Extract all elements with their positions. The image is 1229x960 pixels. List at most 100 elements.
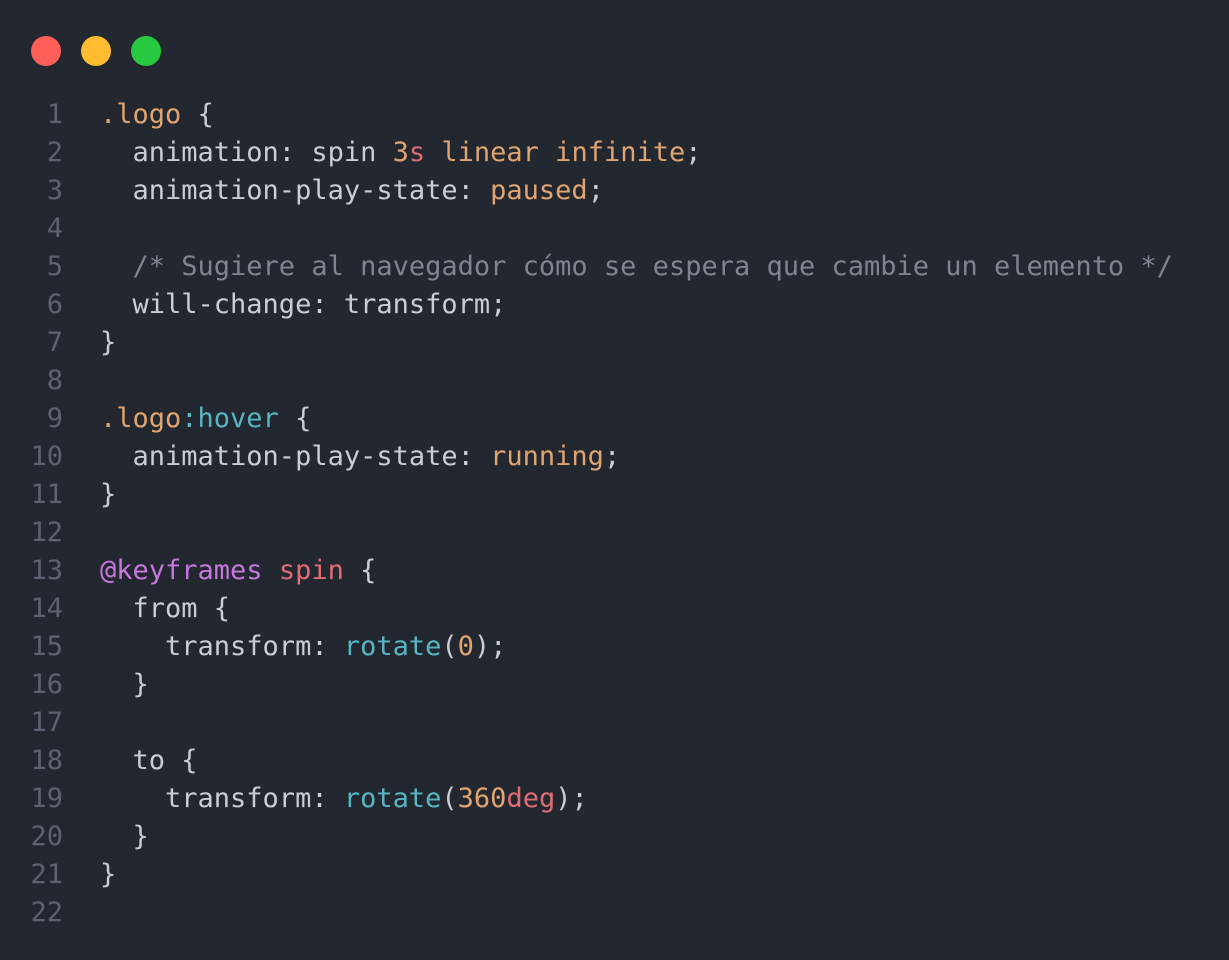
code-text: transform: rotate(360deg); bbox=[100, 780, 588, 818]
code-text: .logo { bbox=[100, 96, 214, 134]
code-token: } bbox=[100, 479, 117, 510]
code-token: 3 bbox=[392, 137, 409, 168]
line-number: 2 bbox=[46, 137, 63, 168]
code-token: ( bbox=[441, 631, 458, 662]
code-text: animation: spin 3s linear infinite; bbox=[100, 134, 702, 172]
code-text: @keyframes spin { bbox=[100, 552, 376, 590]
code-token: animation-play-state: bbox=[100, 441, 491, 472]
code-token: transform: bbox=[100, 631, 344, 662]
code-token: 360 bbox=[457, 783, 507, 814]
code-token: animation-play-state: bbox=[100, 175, 491, 206]
line-number: 9 bbox=[46, 403, 63, 434]
code-line: 13 @keyframes spin { bbox=[0, 552, 1229, 590]
code-token: { bbox=[181, 99, 214, 130]
code-line: 3 animation-play-state: paused; bbox=[0, 172, 1229, 210]
line-number: 18 bbox=[30, 745, 63, 776]
code-line: 1 .logo { bbox=[0, 96, 1229, 134]
code-line: 6 will-change: transform; bbox=[0, 286, 1229, 324]
code-token: @keyframes bbox=[100, 555, 263, 586]
code-text: } bbox=[100, 818, 149, 856]
line-number: 11 bbox=[30, 479, 63, 510]
code-line: 17 bbox=[0, 704, 1229, 742]
code-line: 22 bbox=[0, 894, 1229, 932]
code-text: animation-play-state: paused; bbox=[100, 172, 604, 210]
line-number: 13 bbox=[30, 555, 63, 586]
line-number: 20 bbox=[30, 821, 63, 852]
code-line: 10 animation-play-state: running; bbox=[0, 438, 1229, 476]
code-token: { bbox=[343, 555, 377, 586]
code-token: from { bbox=[100, 593, 231, 624]
code-text: transform: rotate(0); bbox=[100, 628, 506, 666]
code-token: transform: bbox=[100, 783, 344, 814]
code-text: to { bbox=[100, 742, 198, 780]
code-token: ; bbox=[685, 137, 702, 168]
code-token: animation: spin bbox=[100, 137, 393, 168]
code-token: ; bbox=[603, 441, 621, 472]
code-token: ); bbox=[555, 783, 588, 814]
window-titlebar bbox=[0, 0, 1229, 100]
code-line: 18 to { bbox=[0, 742, 1229, 780]
code-token: rotate bbox=[343, 783, 442, 814]
line-number: 3 bbox=[46, 175, 63, 206]
line-number: 14 bbox=[30, 593, 63, 624]
code-text: } bbox=[100, 324, 116, 362]
code-token: :hover bbox=[181, 403, 279, 434]
line-number: 19 bbox=[30, 783, 63, 814]
code-text: } bbox=[100, 856, 116, 894]
line-number: 8 bbox=[46, 365, 63, 396]
line-number: 1 bbox=[46, 99, 63, 130]
code-token: } bbox=[100, 859, 117, 890]
code-token: to { bbox=[100, 745, 198, 776]
code-line: 11} bbox=[0, 476, 1229, 514]
maximize-button[interactable] bbox=[131, 36, 161, 66]
line-number: 22 bbox=[30, 897, 63, 928]
minimize-button[interactable] bbox=[81, 36, 111, 66]
code-text: /* Sugiere al navegador cómo se espera q… bbox=[100, 248, 1173, 286]
code-text: } bbox=[100, 476, 116, 514]
code-text: } bbox=[100, 666, 149, 704]
code-line: 2 animation: spin 3s linear infinite; bbox=[0, 134, 1229, 172]
code-token: running bbox=[490, 441, 604, 472]
line-number: 10 bbox=[30, 441, 63, 472]
code-token: rotate bbox=[343, 631, 442, 662]
code-token: /* Sugiere al navegador cómo se espera q… bbox=[100, 251, 1173, 282]
code-token: } bbox=[100, 327, 117, 358]
code-window: 1 .logo {2 animation: spin 3s linear infi… bbox=[0, 0, 1229, 960]
line-number: 4 bbox=[46, 213, 63, 244]
line-number: 15 bbox=[30, 631, 63, 662]
code-token: linear infinite bbox=[425, 137, 686, 168]
code-line: 12 bbox=[0, 514, 1229, 552]
code-line: 9 .logo:hover { bbox=[0, 400, 1229, 438]
code-line: 15 transform: rotate(0); bbox=[0, 628, 1229, 666]
code-editor[interactable]: 1 .logo {2 animation: spin 3s linear infi… bbox=[0, 96, 1229, 932]
code-line: 5 /* Sugiere al navegador cómo se espera… bbox=[0, 248, 1229, 286]
code-token: .logo bbox=[100, 99, 182, 130]
code-token: spin bbox=[278, 555, 344, 586]
code-token: will-change: transform; bbox=[100, 289, 507, 320]
line-number: 21 bbox=[30, 859, 63, 890]
code-token: 0 bbox=[457, 631, 474, 662]
code-text: will-change: transform; bbox=[100, 286, 507, 324]
line-number: 5 bbox=[46, 251, 63, 282]
code-token: } bbox=[100, 821, 149, 852]
code-line: 8 bbox=[0, 362, 1229, 400]
code-token: { bbox=[278, 403, 312, 434]
close-button[interactable] bbox=[31, 36, 61, 66]
code-token: s bbox=[408, 137, 426, 168]
code-line: 7} bbox=[0, 324, 1229, 362]
code-text: from { bbox=[100, 590, 231, 628]
code-token: deg bbox=[506, 783, 556, 814]
line-number: 16 bbox=[30, 669, 63, 700]
code-line: 16 } bbox=[0, 666, 1229, 704]
code-token: ( bbox=[441, 783, 458, 814]
code-token: } bbox=[100, 669, 149, 700]
line-number: 6 bbox=[46, 289, 63, 320]
code-text: animation-play-state: running; bbox=[100, 438, 621, 476]
code-line: 14 from { bbox=[0, 590, 1229, 628]
code-token: paused bbox=[490, 175, 588, 206]
code-token: .logo bbox=[100, 403, 182, 434]
code-line: 21} bbox=[0, 856, 1229, 894]
code-token: ); bbox=[473, 631, 507, 662]
code-line: 19 transform: rotate(360deg); bbox=[0, 780, 1229, 818]
